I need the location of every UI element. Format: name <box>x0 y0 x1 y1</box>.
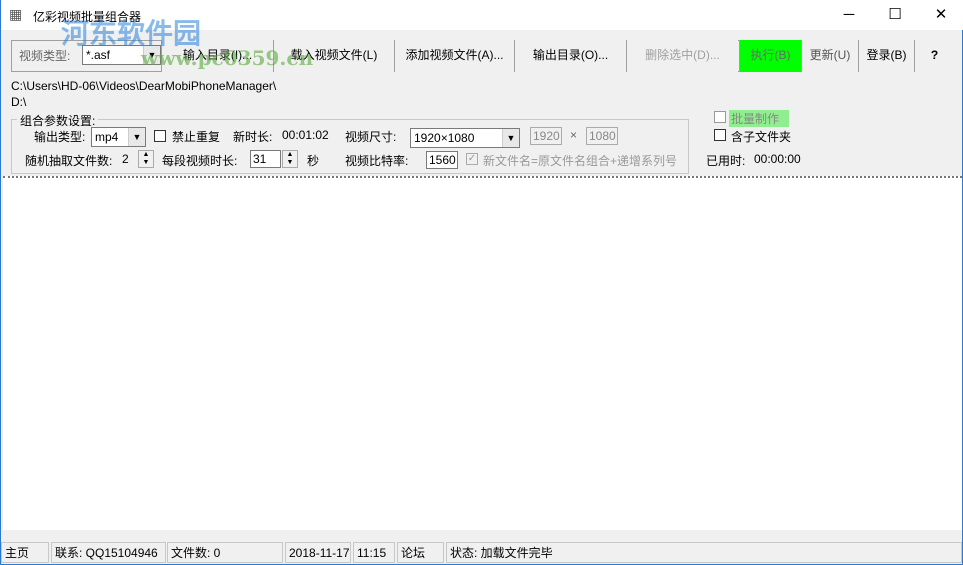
width-input[interactable]: 1920 <box>530 127 562 145</box>
elapsed-value: 00:00:00 <box>754 152 801 166</box>
status-home-link[interactable]: 主页 <box>1 542 49 563</box>
no-repeat-label: 禁止重复 <box>172 130 221 144</box>
segment-duration-spinner[interactable]: ▲ ▼ <box>282 150 298 168</box>
add-video-button[interactable]: 添加视频文件(A)... <box>394 40 514 72</box>
video-size-select[interactable]: 1920×1080 ▼ <box>410 128 520 148</box>
app-icon: ▦ <box>9 6 23 22</box>
minimize-button[interactable]: ─ <box>826 0 872 30</box>
run-button[interactable]: 执行(B) <box>739 40 801 72</box>
no-repeat-checkbox[interactable] <box>154 130 166 142</box>
height-input[interactable]: 1080 <box>586 127 618 145</box>
status-date: 2018-11-17 <box>285 542 351 563</box>
bitrate-label: 视频比特率: <box>345 154 409 168</box>
random-files-value: 2 <box>122 152 129 166</box>
naming-checkbox[interactable]: ✓ <box>466 153 478 165</box>
output-type-value: mp4 <box>95 130 119 144</box>
status-message: 状态: 加载文件完毕 <box>446 542 962 563</box>
chevron-down-icon: ▼ <box>502 129 519 147</box>
chevron-down-icon: ▼ <box>128 128 145 146</box>
video-size-label: 视频尺寸: <box>345 130 397 144</box>
settings-group-label: 组合参数设置: <box>17 112 99 129</box>
new-duration-label: 新时长: <box>233 130 273 144</box>
file-list[interactable] <box>3 176 962 530</box>
help-button[interactable]: ? <box>914 40 954 72</box>
batch-checkbox[interactable] <box>714 111 726 123</box>
watermark-url: www.pc0359.cn <box>141 46 314 70</box>
new-duration-value: 00:01:02 <box>282 128 329 142</box>
output-type-select[interactable]: mp4 ▼ <box>91 127 146 147</box>
random-files-label: 随机抽取文件数: <box>25 154 113 168</box>
video-size-value: 1920×1080 <box>414 131 475 145</box>
status-contact: 联系: QQ15104946 <box>51 542 166 563</box>
segment-unit: 秒 <box>307 154 320 168</box>
login-button[interactable]: 登录(B) <box>858 40 914 72</box>
random-files-spinner[interactable]: ▲ ▼ <box>138 150 154 168</box>
output-type-label: 输出类型: <box>34 130 86 144</box>
status-forum-link[interactable]: 论坛 <box>397 542 444 563</box>
subfolder-label: 含子文件夹 <box>731 130 792 144</box>
update-button[interactable]: 更新(U) <box>801 40 858 72</box>
output-dir-button[interactable]: 输出目录(O)... <box>514 40 626 72</box>
segment-duration-label: 每段视频时长: <box>162 154 238 168</box>
output-path: D:\ <box>11 95 27 109</box>
status-time: 11:15 <box>353 542 395 563</box>
batch-label: 批量制作 <box>729 110 790 127</box>
times-sign: × <box>570 128 578 142</box>
status-file-count: 文件数: 0 <box>167 542 283 563</box>
close-button[interactable]: ✕ <box>918 0 963 30</box>
delete-selected-button[interactable]: 删除选中(D)... <box>626 40 738 72</box>
elapsed-label: 已用时: <box>706 154 746 168</box>
maximize-button[interactable]: ☐ <box>872 0 918 30</box>
input-path: C:\Users\HD-06\Videos\DearMobiPhoneManag… <box>11 79 277 93</box>
naming-label: 新文件名=原文件名组合+递增系列号 <box>483 154 678 168</box>
bitrate-input[interactable]: 1560 <box>426 151 458 169</box>
subfolder-checkbox[interactable] <box>714 129 726 141</box>
segment-duration-input[interactable]: 31 <box>250 150 281 168</box>
